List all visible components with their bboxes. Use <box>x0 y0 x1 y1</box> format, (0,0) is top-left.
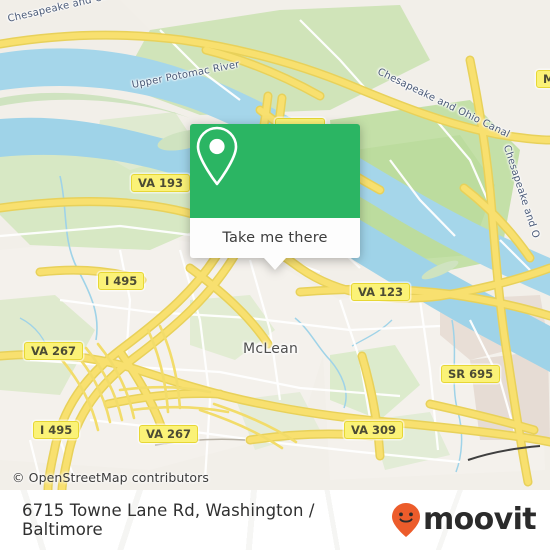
osm-attribution[interactable]: © OpenStreetMap contributors <box>12 470 209 485</box>
moovit-wordmark: moovit <box>422 502 537 537</box>
road-shield[interactable]: VA 193 <box>131 174 191 193</box>
take-me-there-label: Take me there <box>222 230 328 246</box>
moovit-smiley-pin-icon <box>391 503 420 537</box>
address-label: 6715 Towne Lane Rd, Washington / Baltimo… <box>22 501 315 539</box>
road-shield[interactable]: VA 267 <box>139 425 199 444</box>
moovit-logo[interactable]: moovit <box>391 502 537 538</box>
road-shield-clipped: M <box>536 70 550 89</box>
popup-card-footer[interactable]: Take me there <box>190 218 360 258</box>
popup-card-header <box>190 124 360 218</box>
road-shield[interactable]: VA 267 <box>24 342 84 361</box>
bottom-info-bar: 6715 Towne Lane Rd, Washington / Baltimo… <box>0 490 550 550</box>
road-shield[interactable]: I 495 <box>33 421 80 440</box>
location-pin-icon <box>196 126 238 186</box>
location-popup-card[interactable]: Take me there <box>190 124 360 270</box>
map-screenshot: Chesapeake and Ohio Canal Upper Potomac … <box>0 0 550 550</box>
road-shield[interactable]: SR 695 <box>441 365 501 384</box>
road-shield[interactable]: VA 309 <box>344 421 404 440</box>
popup-card-tail <box>264 258 286 270</box>
map-canvas[interactable]: Chesapeake and Ohio Canal Upper Potomac … <box>0 0 550 490</box>
road-shield[interactable]: VA 123 <box>351 283 411 302</box>
road-shield[interactable]: I 495 <box>98 272 145 291</box>
